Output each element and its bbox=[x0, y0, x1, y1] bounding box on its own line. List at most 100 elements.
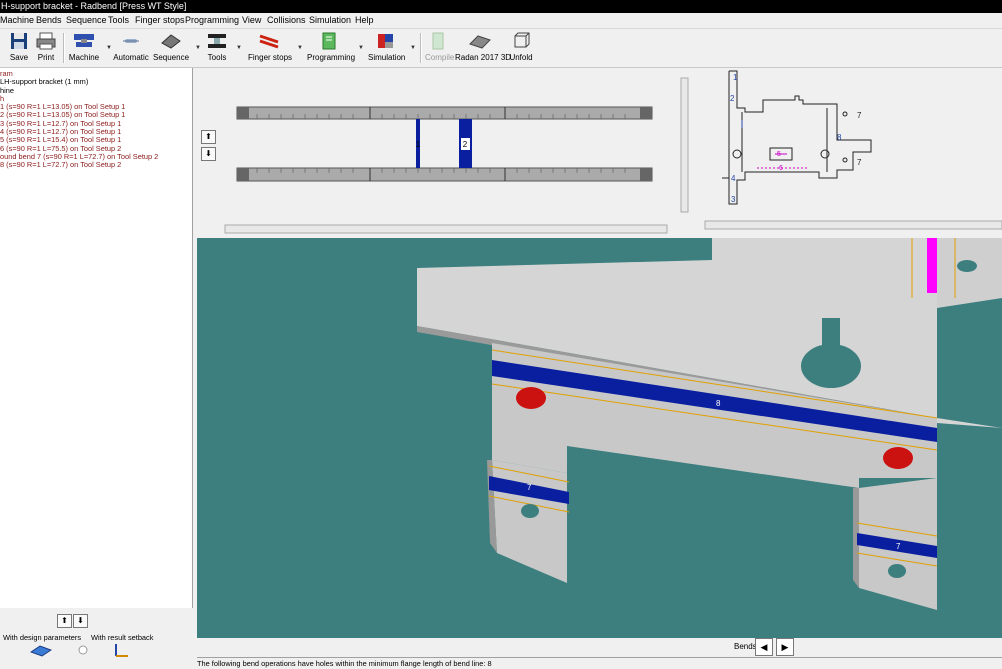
finger-stops-button[interactable]: Finger stops ▼ bbox=[248, 31, 303, 65]
tree-item[interactable]: 8 (s=90 R=1 L=72.7) on Tool Setup 2 bbox=[0, 160, 158, 169]
status-message: The following bend operations have holes… bbox=[197, 657, 1002, 669]
toolbar-separator bbox=[420, 33, 422, 63]
flat-pattern bbox=[722, 70, 872, 205]
flat-label-5: 5 bbox=[777, 151, 781, 158]
right-panel-hole bbox=[957, 260, 977, 272]
result-setback-label: With result setback bbox=[91, 633, 154, 642]
design-params-label: With design parameters bbox=[3, 633, 82, 642]
move-up-button[interactable]: ⬆ bbox=[57, 614, 72, 628]
simulation-button[interactable]: Simulation ▼ bbox=[368, 31, 416, 65]
left-bottom-panel: ⬆ ⬇ With design parameters With result s… bbox=[0, 608, 193, 668]
tool-label-1: 1 bbox=[416, 140, 421, 149]
simulation-dropdown-arrow[interactable]: ▼ bbox=[410, 45, 416, 51]
setup-down-button[interactable]: ⬇ bbox=[201, 147, 216, 161]
print-label: Print bbox=[37, 53, 55, 62]
design-params-icon[interactable] bbox=[30, 644, 52, 658]
menu-tools[interactable]: Tools bbox=[108, 15, 129, 25]
move-down-button[interactable]: ⬇ bbox=[73, 614, 88, 628]
finger-stops-label: Finger stops bbox=[248, 53, 293, 62]
setup-up-button[interactable]: ⬆ bbox=[201, 130, 216, 144]
menu-sequence[interactable]: Sequence bbox=[66, 15, 107, 25]
machine-label: Machine bbox=[68, 53, 100, 62]
menu-finger-stops[interactable]: Finger stops bbox=[135, 15, 185, 25]
left-leg-hole bbox=[521, 504, 539, 518]
flat-hole bbox=[820, 149, 830, 159]
tools-label: Tools bbox=[207, 53, 227, 62]
arrow-down-icon: ⬇ bbox=[77, 616, 84, 625]
sequence-label: Sequence bbox=[153, 53, 190, 62]
background-gap bbox=[937, 298, 1002, 428]
title-bar: H-support bracket - Radbend [Press WT St… bbox=[0, 0, 1002, 13]
right-panel bbox=[937, 238, 1002, 308]
save-button[interactable]: Save bbox=[8, 31, 30, 65]
finger-stops-dropdown-arrow[interactable]: ▼ bbox=[297, 45, 303, 51]
sequence-dropdown-arrow[interactable]: ▼ bbox=[195, 45, 201, 51]
window-title: H-support bracket - Radbend [Press WT St… bbox=[1, 1, 187, 11]
flat-label-3: 3 bbox=[731, 195, 736, 204]
automatic-button[interactable]: Automatic bbox=[112, 31, 150, 65]
menu-bends[interactable]: Bends bbox=[36, 15, 62, 25]
tools-icon bbox=[208, 34, 226, 48]
sequence-icon bbox=[161, 34, 181, 49]
arrow-down-icon: ⬇ bbox=[205, 149, 212, 158]
floppy-disk-icon bbox=[11, 33, 27, 49]
menu-programming[interactable]: Programming bbox=[185, 15, 239, 25]
sequence-button[interactable]: Sequence ▼ bbox=[153, 31, 201, 65]
print-button[interactable]: Print bbox=[34, 31, 58, 65]
previous-bend-button[interactable]: ◀ bbox=[755, 638, 773, 656]
result-setback-radio[interactable] bbox=[78, 645, 88, 655]
simulation-label: Simulation bbox=[368, 53, 406, 62]
triangle-right-icon: ▶ bbox=[781, 642, 789, 652]
3d-part-view: 8 7 7 bbox=[417, 238, 1002, 610]
3d-viewport[interactable]: 8 7 7 bbox=[197, 238, 1002, 638]
radan-3d-button[interactable]: Radan 2017 3D bbox=[455, 31, 512, 65]
unfold-label: Unfold bbox=[509, 53, 533, 62]
menu-view[interactable]: View bbox=[242, 15, 261, 25]
menu-machine[interactable]: Machine bbox=[0, 15, 34, 25]
menu-bar: Machine Bends Sequence Tools Finger stop… bbox=[0, 13, 1002, 29]
tools-dropdown-arrow[interactable]: ▼ bbox=[236, 45, 242, 51]
flat-label-4: 4 bbox=[731, 174, 736, 183]
flat-label-7-bottom: 7 bbox=[857, 158, 862, 167]
bend-tree: ram LH-support bracket (1 mm) hine h 1 (… bbox=[0, 69, 158, 170]
radan-3d-label: Radan 2017 3D bbox=[455, 53, 512, 62]
magenta-bend-marker bbox=[927, 238, 937, 293]
menu-simulation[interactable]: Simulation bbox=[309, 15, 351, 25]
programming-label: Programming bbox=[307, 53, 356, 62]
menu-collisions[interactable]: Collisions bbox=[267, 15, 306, 25]
tools-button[interactable]: Tools ▼ bbox=[204, 31, 242, 65]
simulation-icon bbox=[378, 34, 393, 48]
compile-label: Compile bbox=[425, 53, 455, 62]
tool-setup-view: 1 2 1 2 3 4 5 6 7 8 7 bbox=[224, 70, 1002, 234]
next-bend-button[interactable]: ▶ bbox=[776, 638, 794, 656]
machine-button[interactable]: Machine ▼ bbox=[68, 31, 112, 65]
bend-label-7-right: 7 bbox=[896, 542, 901, 551]
programming-dropdown-arrow[interactable]: ▼ bbox=[358, 45, 364, 51]
arrow-up-icon: ⬆ bbox=[205, 132, 212, 141]
left-leg-face bbox=[492, 460, 567, 583]
flat-label-6: 6 bbox=[779, 165, 783, 172]
programming-button[interactable]: Programming ▼ bbox=[307, 31, 364, 65]
printer-icon bbox=[36, 32, 56, 50]
automatic-icon bbox=[123, 39, 139, 43]
programming-book-icon bbox=[322, 32, 336, 50]
lower-rail-end-right bbox=[640, 168, 652, 181]
setup-vertical-scrollbar bbox=[680, 77, 689, 213]
unfold-button[interactable]: Unfold bbox=[509, 31, 533, 65]
triangle-left-icon: ◀ bbox=[760, 642, 768, 652]
bends-nav-label: Bends bbox=[734, 642, 757, 651]
red-hole-marker bbox=[883, 447, 913, 469]
flat-hole bbox=[842, 157, 848, 163]
press-brake-icon bbox=[74, 34, 94, 47]
tree-item[interactable]: LH-support bracket (1 mm) bbox=[0, 77, 158, 86]
compile-button[interactable]: Compile bbox=[425, 31, 455, 65]
upper-tool-rail bbox=[236, 106, 653, 120]
result-setback-icon[interactable] bbox=[112, 643, 130, 659]
flat-label-2: 2 bbox=[730, 94, 735, 103]
status-bar: Bends ◀ ▶ The following bend operations … bbox=[197, 638, 1002, 668]
tree-item[interactable]: hine bbox=[0, 86, 158, 95]
lower-rail-end-left bbox=[237, 168, 249, 181]
flat-hole bbox=[732, 149, 742, 159]
lower-tool-rail bbox=[236, 167, 653, 182]
menu-help[interactable]: Help bbox=[355, 15, 374, 25]
